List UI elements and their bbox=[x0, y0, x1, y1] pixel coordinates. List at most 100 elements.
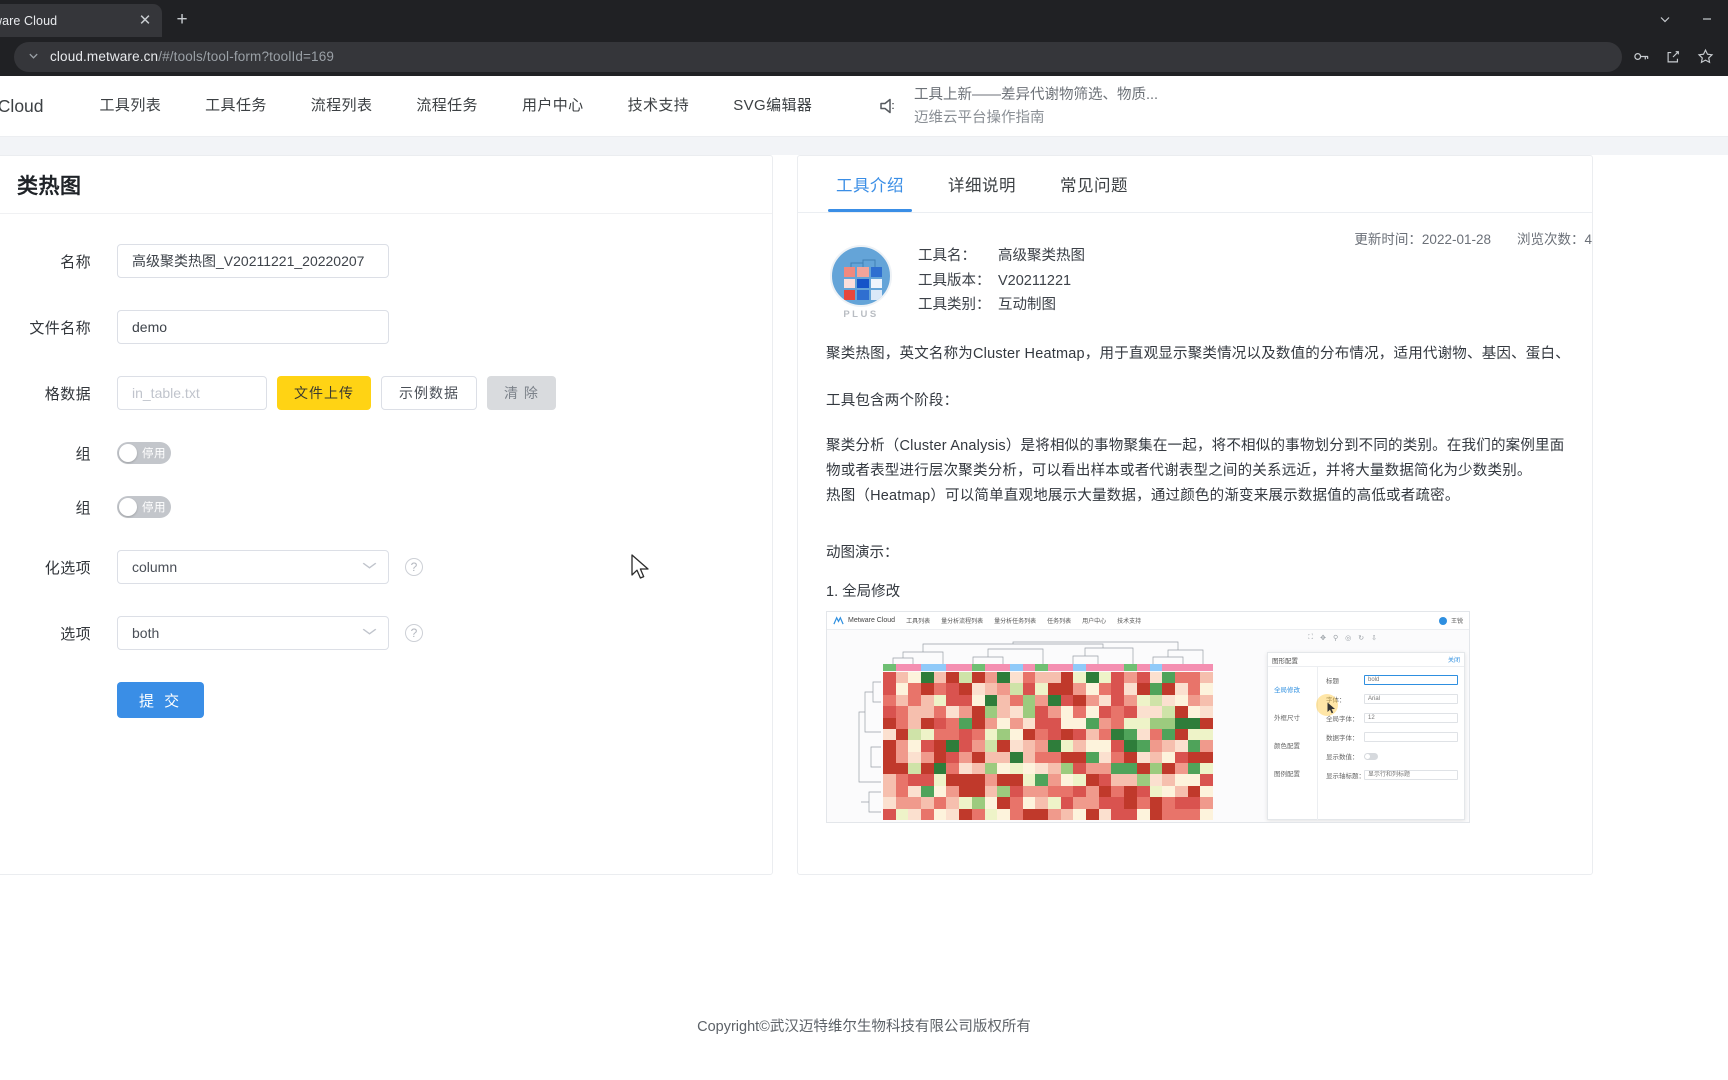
tool-form-card: 类热图 名称 高级聚类热图_V20211221_20220207 文件名称 de… bbox=[0, 155, 773, 875]
upload-file-button[interactable]: 文件上传 bbox=[277, 376, 371, 410]
omnibox-row: cloud.metware.cn/#/tools/tool-form?toolI… bbox=[0, 37, 1728, 76]
nav-item-flow-list[interactable]: 流程列表 bbox=[289, 76, 395, 136]
demo-label: 动图演示： bbox=[826, 545, 899, 561]
demo-body: ⛶ ✥ ⚲ ◎ ↻ ⇩ 图形配置 关闭 全局修改 外框尺寸 颜色配置 图例配置 … bbox=[827, 630, 1469, 822]
demo-config-panel: 图形配置 关闭 全局修改 外框尺寸 颜色配置 图例配置 标题 bold 字体： … bbox=[1267, 652, 1465, 820]
demo-nav: Metware Cloud 工具列表 量分析流程列表 量分析任务列表 任务列表 … bbox=[827, 612, 1469, 630]
filename-input[interactable]: demo bbox=[117, 310, 389, 344]
demo-field-title: 标题 bold bbox=[1326, 675, 1458, 685]
tab-tool-intro[interactable]: 工具介绍 bbox=[814, 156, 926, 212]
search-icon: ⚲ bbox=[1333, 635, 1339, 642]
tab-faq[interactable]: 常见问题 bbox=[1038, 156, 1150, 212]
demo-nav-item-1: 量分析流程列表 bbox=[941, 619, 984, 625]
nav-item-user-center[interactable]: 用户中心 bbox=[500, 76, 606, 136]
submit-button[interactable]: 提 交 bbox=[117, 682, 205, 718]
page-title: 类热图 bbox=[0, 156, 772, 214]
demo-field-data-font-input bbox=[1364, 732, 1458, 742]
group-2-toggle[interactable]: 停用 bbox=[117, 496, 171, 518]
nav-item-svg-editor[interactable]: SVG编辑器 bbox=[711, 76, 834, 136]
site-brand[interactable]: ware Cloud bbox=[0, 96, 44, 117]
label-filename: 文件名称 bbox=[29, 319, 91, 337]
demo-field-axis-title: 显示轴标题： 显示行和列标题 bbox=[1326, 770, 1458, 780]
demo-field-show-value: 显示数值： bbox=[1326, 751, 1458, 761]
nav-item-tool-list[interactable]: 工具列表 bbox=[78, 76, 184, 136]
clear-button[interactable]: 清 除 bbox=[487, 376, 556, 410]
normalize-select[interactable]: column bbox=[117, 550, 389, 584]
minimize-icon[interactable] bbox=[1686, 0, 1728, 37]
demo-username: 王锐 bbox=[1450, 619, 1463, 625]
intro-paragraph-3: 聚类分析（Cluster Analysis）是将相似的事物聚集在一起，将不相似的… bbox=[826, 438, 1566, 454]
star-icon[interactable] bbox=[1696, 48, 1714, 66]
demo-field-axis-title-input: 显示行和列标题 bbox=[1364, 770, 1458, 780]
chevron-down-icon[interactable] bbox=[28, 50, 39, 64]
page-background-strip bbox=[0, 137, 1728, 155]
updated-time-label: 更新时间： bbox=[1354, 232, 1422, 247]
nav-item-tool-tasks[interactable]: 工具任务 bbox=[183, 76, 289, 136]
window-controls bbox=[1644, 0, 1728, 37]
form-row-name: 名称 高级聚类热图_V20211221_20220207 bbox=[0, 244, 772, 278]
demo-field-data-font-label: 数据字体： bbox=[1326, 735, 1359, 742]
toggle-state-label: 停用 bbox=[142, 448, 166, 460]
demo-logo-icon bbox=[833, 615, 844, 626]
tool-field-name: 工具名： 高级聚类热图 bbox=[918, 245, 1085, 269]
main-nav: 工具列表 工具任务 流程列表 流程任务 用户中心 技术支持 SVG编辑器 bbox=[78, 76, 835, 136]
group-1-toggle[interactable]: 停用 bbox=[117, 442, 171, 464]
label-group-2: 组 bbox=[75, 499, 91, 517]
announcement-line-2[interactable]: 迈维云平台操作指南 bbox=[914, 107, 1178, 130]
help-icon[interactable]: ? bbox=[405, 624, 423, 642]
demo-user-area: 王锐 bbox=[1438, 616, 1463, 625]
tool-category-key: 工具类别： bbox=[918, 297, 991, 313]
demo-left-dendrogram bbox=[858, 681, 881, 813]
omnibox-actions bbox=[1632, 48, 1718, 66]
tool-version-key: 工具版本： bbox=[918, 272, 991, 289]
demo-annotation-bar bbox=[883, 664, 1213, 671]
file-path-input[interactable]: in_table.txt bbox=[117, 376, 267, 410]
key-icon[interactable] bbox=[1632, 48, 1650, 66]
nav-item-support[interactable]: 技术支持 bbox=[606, 76, 712, 136]
intro-paragraph-5: 热图（Heatmap）可以简单直观地展示大量数据，通过颜色的渐变来展示数据值的高… bbox=[826, 488, 1460, 504]
url-text: cloud.metware.cn/#/tools/tool-form?toolI… bbox=[50, 49, 334, 64]
heatmap-cells bbox=[844, 267, 882, 300]
close-icon[interactable]: ✕ bbox=[136, 12, 154, 30]
demo-panel-tab-3: 图例配置 bbox=[1274, 771, 1300, 778]
nav-item-flow-tasks[interactable]: 流程任务 bbox=[394, 76, 500, 136]
url-path: /#/tools/tool-form?toolId=169 bbox=[158, 49, 335, 64]
chevron-down-icon[interactable] bbox=[1644, 0, 1686, 37]
tool-fields: 工具名： 高级聚类热图 工具版本： V20211221 工具类别： 互动制图 bbox=[918, 245, 1085, 319]
demo-nav-item-5: 技术支持 bbox=[1117, 619, 1142, 625]
label-cluster-option: 选项 bbox=[60, 625, 91, 643]
share-icon[interactable] bbox=[1664, 48, 1682, 66]
name-input[interactable]: 高级聚类热图_V20211221_20220207 bbox=[117, 244, 389, 278]
demo-field-show-value-toggle bbox=[1364, 752, 1378, 760]
tool-summary: PLUS 工具名： 高级聚类热图 工具版本： V20211221 工具类别： 互… bbox=[826, 245, 1566, 320]
normalize-select-value: column bbox=[132, 559, 178, 575]
demo-panel-body: 全局修改 外框尺寸 颜色配置 图例配置 标题 bold 字体： Arial 全局… bbox=[1268, 667, 1464, 820]
avatar bbox=[1438, 616, 1447, 625]
copyright-text: Copyright©武汉迈特维尔生物科技有限公司版权所有 bbox=[697, 1018, 1031, 1035]
sample-data-button[interactable]: 示例数据 bbox=[381, 376, 477, 410]
tool-meta: 更新时间：2022-01-28 浏览次数：4 bbox=[1354, 228, 1592, 248]
address-bar[interactable]: cloud.metware.cn/#/tools/tool-form?toolI… bbox=[14, 41, 1622, 72]
toggle-state-label: 停用 bbox=[142, 502, 166, 514]
tool-field-version: 工具版本： V20211221 bbox=[918, 270, 1085, 294]
tab-detail[interactable]: 详细说明 bbox=[926, 156, 1038, 212]
view-count: 浏览次数：4 bbox=[1517, 228, 1592, 248]
tool-name-key: 工具名： bbox=[918, 248, 976, 264]
demo-screenshot[interactable]: Metware Cloud 工具列表 量分析流程列表 量分析任务列表 任务列表 … bbox=[826, 611, 1470, 823]
new-tab-button[interactable]: + bbox=[168, 6, 196, 34]
view-count-value: 4 bbox=[1584, 232, 1592, 247]
url-host: cloud.metware.cn bbox=[50, 49, 159, 64]
browser-tab[interactable]: - Metware Cloud ✕ bbox=[0, 4, 162, 37]
cluster-select[interactable]: both bbox=[117, 616, 389, 650]
help-icon[interactable]: ? bbox=[405, 558, 423, 576]
demo-field-global-font-input: 12 bbox=[1364, 713, 1458, 723]
label-table-data: 格数据 bbox=[44, 385, 91, 403]
updated-time-value: 2022-01-28 bbox=[1421, 232, 1491, 247]
reset-icon: ↻ bbox=[1358, 635, 1365, 642]
announcement-line-1[interactable]: 工具上新——差异代谢物筛选、物质... bbox=[914, 84, 1178, 107]
announcement-marquee[interactable]: 工具上新——差异代谢物筛选、物质... 迈维云平台操作指南 bbox=[878, 76, 1178, 137]
tool-name-value: 高级聚类热图 bbox=[998, 248, 1085, 264]
form-row-submit: 提 交 bbox=[0, 682, 772, 718]
move-icon: ✥ bbox=[1320, 635, 1326, 642]
demo-panel-close: 关闭 bbox=[1447, 658, 1460, 664]
